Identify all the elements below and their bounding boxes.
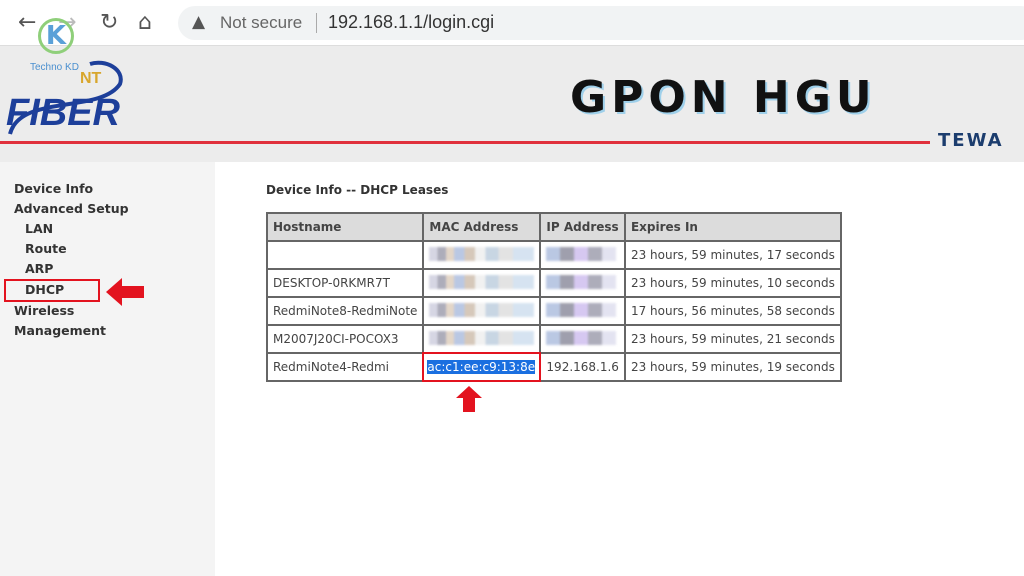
sidebar: Device Info Advanced Setup LAN Route ARP… [0,162,215,576]
hostname-cell [265,240,425,270]
dhcp-leases-table: Hostname MAC Address IP Address Expires … [265,212,842,382]
expires-cell: 23 hours, 59 minutes, 19 seconds [623,352,842,382]
hostname-cell: M2007J20CI-POCOX3 [265,324,425,354]
table-row: 23 hours, 59 minutes, 17 seconds [265,240,842,270]
table-header: Hostname MAC Address IP Address Expires … [265,212,842,242]
back-icon[interactable]: ← [18,10,36,36]
table-row: RedmiNote4-Redmi ac:c1:ee:c9:13:8e 192.168… [265,352,842,382]
expires-cell: 23 hours, 59 minutes, 10 seconds [623,268,842,298]
table-row: M2007J20CI-POCOX3 23 hours, 59 minutes, 2… [265,324,842,354]
ip-cell: 192.168.1.6 [539,352,626,382]
arrow-left-icon [106,278,144,306]
sidebar-item-arp[interactable]: ARP [25,261,53,276]
column-header: MAC Address [422,212,542,242]
column-header: Expires In [623,212,842,242]
sidebar-item-management[interactable]: Management [14,323,106,338]
banner-subtitle: TEWA [938,130,1004,151]
expires-cell: 23 hours, 59 minutes, 21 seconds [623,324,842,354]
address-bar[interactable]: ▲ Not secure 192.168.1.1/login.cgi [178,6,1024,40]
logo-badge: NT [80,70,102,87]
logo-text: FIBER [6,92,120,134]
mac-cell-blurred [422,268,542,298]
banner-title: GPON HGU [570,72,877,123]
mac-cell-blurred [422,324,542,354]
watermark-text: Techno KD [30,62,79,73]
reload-icon[interactable]: ↻ [100,10,118,36]
column-header: Hostname [265,212,425,242]
mac-cell-blurred [422,240,542,270]
expires-cell: 17 hours, 56 minutes, 58 seconds [623,296,842,326]
table-row: RedmiNote8-RedmiNote 17 hours, 56 minutes… [265,296,842,326]
hostname-cell: DESKTOP-0RKMR7T [265,268,425,298]
sidebar-item-wireless[interactable]: Wireless [14,303,74,318]
ip-cell-blurred [539,296,626,326]
column-header: IP Address [539,212,626,242]
ip-cell-blurred [539,240,626,270]
sidebar-item-lan[interactable]: LAN [25,221,53,236]
sidebar-item-advanced-setup[interactable]: Advanced Setup [14,201,129,216]
browser-toolbar: ← → ↻ ⌂ ▲ Not secure 192.168.1.1/login.c… [0,0,1024,46]
expires-cell: 23 hours, 59 minutes, 17 seconds [623,240,842,270]
header-divider [0,141,930,144]
router-banner: NT FIBER GPON HGU TEWA [0,46,1024,162]
warning-icon: ▲ [192,12,206,32]
sidebar-item-route[interactable]: Route [25,241,67,256]
home-icon[interactable]: ⌂ [138,10,152,36]
sidebar-item-dhcp[interactable]: DHCP [25,282,64,297]
mac-cell-selected[interactable]: ac:c1:ee:c9:13:8e [422,352,542,382]
page-title: Device Info -- DHCP Leases [266,183,449,197]
ip-cell-blurred [539,268,626,298]
url-text[interactable]: 192.168.1.1/login.cgi [328,12,494,33]
sidebar-item-device-info[interactable]: Device Info [14,181,93,196]
table-row: DESKTOP-0RKMR7T 23 hours, 59 minutes, 10 … [265,268,842,298]
arrow-up-icon [456,386,482,412]
hostname-cell: RedmiNote8-RedmiNote [265,296,425,326]
mac-cell-blurred [422,296,542,326]
watermark-logo: K [38,18,74,54]
security-label: Not secure [220,13,303,32]
divider [316,13,317,33]
mac-address-text[interactable]: ac:c1:ee:c9:13:8e [427,360,536,374]
hostname-cell: RedmiNote4-Redmi [265,352,425,382]
ip-cell-blurred [539,324,626,354]
